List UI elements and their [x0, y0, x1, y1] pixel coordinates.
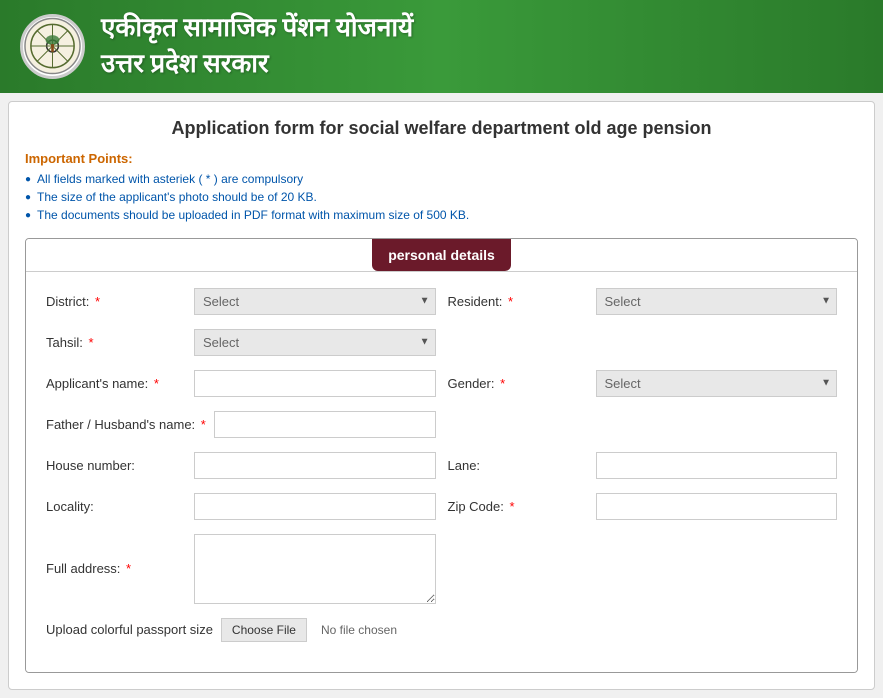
gender-select-wrapper: Select ▼	[596, 370, 838, 397]
zip-required: *	[510, 499, 515, 514]
row-name-gender: Applicant's name: * Gender: * Select ▼	[46, 370, 837, 397]
district-group: District: * Select ▼	[46, 288, 436, 315]
page-title: Application form for social welfare depa…	[25, 118, 858, 139]
house-number-label: House number:	[46, 458, 186, 473]
gender-group: Gender: * Select ▼	[448, 370, 838, 397]
zip-code-label: Zip Code: *	[448, 499, 588, 514]
row-upload: Upload colorful passport size Choose Fil…	[46, 618, 837, 642]
resident-select-wrapper: Select ▼	[596, 288, 838, 315]
zip-code-input[interactable]	[596, 493, 838, 520]
header-title-line1: एकीकृत सामाजिक पेंशन योजनायें	[101, 10, 413, 46]
upload-label: Upload colorful passport size	[46, 622, 213, 637]
row-locality-zip: Locality: Zip Code: *	[46, 493, 837, 520]
important-heading: Important Points:	[25, 151, 858, 166]
resident-select[interactable]: Select	[596, 288, 838, 315]
upload-button[interactable]: Choose File	[221, 618, 307, 642]
tahsil-select[interactable]: Select	[194, 329, 436, 356]
application-form: personal details District: * Select ▼	[25, 238, 858, 673]
upload-group: Upload colorful passport size Choose Fil…	[46, 618, 837, 642]
house-number-group: House number:	[46, 452, 436, 479]
father-husband-input[interactable]	[214, 411, 436, 438]
district-label: District: *	[46, 294, 186, 309]
form-body: District: * Select ▼ Resident: *	[26, 272, 857, 672]
header-title-line2: उत्तर प्रदेश सरकार	[101, 46, 413, 82]
father-husband-group: Father / Husband's name: *	[46, 411, 436, 438]
row-house-lane: House number: Lane:	[46, 452, 837, 479]
district-select[interactable]: Select	[194, 288, 436, 315]
info-point-1: All fields marked with asteriek ( * ) ar…	[25, 172, 858, 186]
resident-required: *	[508, 294, 513, 309]
locality-label: Locality:	[46, 499, 186, 514]
applicant-name-label: Applicant's name: *	[46, 376, 186, 391]
header-text: एकीकृत सामाजिक पेंशन योजनायें उत्तर प्रद…	[101, 10, 413, 83]
resident-group: Resident: * Select ▼	[448, 288, 838, 315]
tahsil-required: *	[88, 335, 93, 350]
tahsil-select-wrapper: Select ▼	[194, 329, 436, 356]
full-address-required: *	[126, 561, 131, 576]
applicant-name-input[interactable]	[194, 370, 436, 397]
district-select-wrapper: Select ▼	[194, 288, 436, 315]
tahsil-label: Tahsil: *	[46, 335, 186, 350]
full-address-label: Full address: *	[46, 561, 186, 576]
zip-code-group: Zip Code: *	[448, 493, 838, 520]
gender-select[interactable]: Select	[596, 370, 838, 397]
government-logo	[20, 14, 85, 79]
district-required: *	[95, 294, 100, 309]
father-husband-label: Father / Husband's name: *	[46, 417, 206, 432]
info-list: All fields marked with asteriek ( * ) ar…	[25, 172, 858, 222]
gender-required: *	[500, 376, 505, 391]
father-husband-required: *	[201, 417, 206, 432]
applicant-name-group: Applicant's name: *	[46, 370, 436, 397]
house-number-input[interactable]	[194, 452, 436, 479]
row-tahsil: Tahsil: * Select ▼	[46, 329, 837, 356]
section-header: personal details	[372, 239, 511, 271]
row-father-husband: Father / Husband's name: *	[46, 411, 837, 438]
lane-group: Lane:	[448, 452, 838, 479]
resident-label: Resident: *	[448, 294, 588, 309]
row-full-address: Full address: *	[46, 534, 837, 604]
section-header-wrap: personal details	[26, 239, 857, 272]
full-address-group: Full address: *	[46, 534, 436, 604]
locality-group: Locality:	[46, 493, 436, 520]
full-address-textarea[interactable]	[194, 534, 436, 604]
row-district-resident: District: * Select ▼ Resident: *	[46, 288, 837, 315]
site-header: एकीकृत सामाजिक पेंशन योजनायें उत्तर प्रद…	[0, 0, 883, 93]
lane-input[interactable]	[596, 452, 838, 479]
tahsil-group: Tahsil: * Select ▼	[46, 329, 436, 356]
gender-label: Gender: *	[448, 376, 588, 391]
locality-input[interactable]	[194, 493, 436, 520]
main-content: Application form for social welfare depa…	[8, 101, 875, 690]
info-point-2: The size of the applicant's photo should…	[25, 190, 858, 204]
lane-label: Lane:	[448, 458, 588, 473]
applicant-name-required: *	[154, 376, 159, 391]
info-point-3: The documents should be uploaded in PDF …	[25, 208, 858, 222]
